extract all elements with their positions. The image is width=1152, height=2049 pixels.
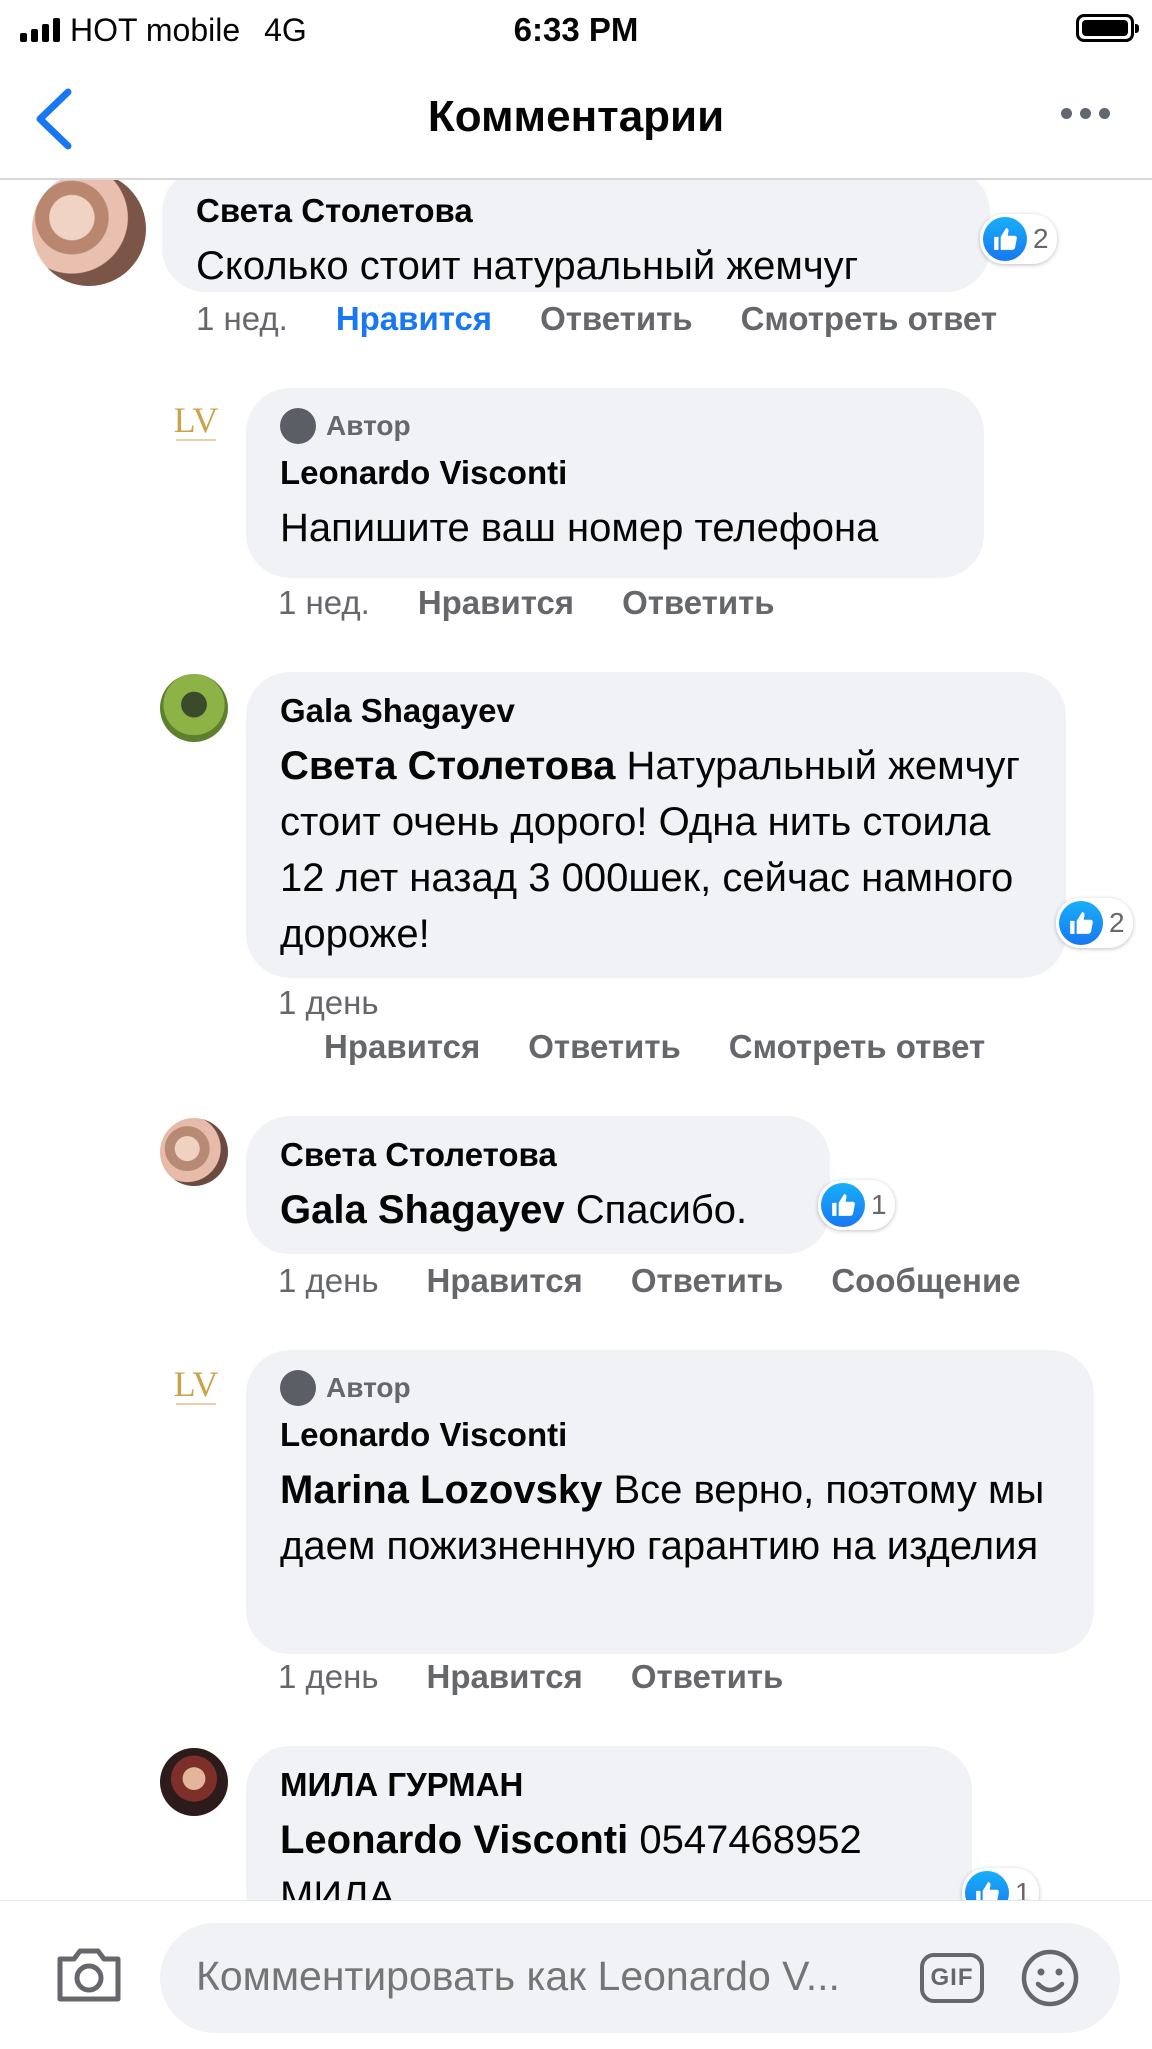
avatar[interactable] (160, 1118, 228, 1186)
avatar[interactable] (160, 674, 228, 742)
reply-button[interactable]: Ответить (622, 584, 775, 622)
author-badge-label: Автор (326, 410, 411, 441)
comments-feed[interactable]: Света Столетова Сколько стоит натуральны… (0, 178, 1152, 1900)
comment-author[interactable]: Leonardo Visconti (280, 1416, 1060, 1454)
comment-text-line: МИЛА (280, 1874, 395, 1900)
svg-text:LV: LV (174, 1364, 219, 1404)
comment-time: 1 нед. (278, 584, 370, 621)
emoji-icon[interactable] (1020, 1948, 1080, 2008)
status-bar: HOT mobile 4G 6:33 PM (0, 0, 1152, 60)
comment-bubble[interactable]: Автор Leonardo Visconti Marina Lozovsky … (246, 1350, 1094, 1654)
author-badge: Автор (280, 1370, 1060, 1406)
avatar[interactable]: LV (160, 388, 232, 460)
comment-actions: 1 нед. Нравится Ответить Смотреть ответ (196, 300, 997, 338)
comment-author[interactable]: Leonardo Visconti (280, 454, 950, 492)
like-button[interactable]: Нравится (427, 1262, 583, 1300)
author-badge-icon (280, 408, 316, 444)
like-icon (983, 217, 1027, 261)
comment-time-row: 1 день (278, 984, 379, 1022)
like-button[interactable]: Нравится (336, 300, 492, 338)
reaction-number: 1 (1015, 1877, 1031, 1900)
like-button[interactable]: Нравится (418, 584, 574, 622)
author-badge-label: Автор (326, 1372, 411, 1403)
comment-author[interactable]: Света Столетова (196, 192, 956, 230)
reaction-count[interactable]: 2 (980, 214, 1057, 264)
comment-time: 1 день (278, 1262, 379, 1299)
comment-author[interactable]: Света Столетова (280, 1136, 796, 1174)
gif-icon[interactable]: GIF (920, 1953, 984, 2003)
comment-text: Сколько стоит натуральный жемчуг (196, 244, 859, 288)
reaction-count[interactable]: 1 (962, 1868, 1039, 1900)
camera-icon[interactable] (54, 1945, 124, 2005)
reply-button[interactable]: Ответить (631, 1658, 784, 1696)
mention[interactable]: Света Столетова (280, 744, 615, 788)
battery-icon (1076, 14, 1139, 42)
avatar[interactable]: LV (160, 1352, 232, 1424)
status-time: 6:33 PM (513, 11, 639, 48)
like-icon (1059, 901, 1103, 945)
nav-bar: Комментарии (0, 60, 1152, 180)
comment-input-pill[interactable]: GIF (160, 1923, 1120, 2033)
message-button[interactable]: Сообщение (831, 1262, 1020, 1300)
reaction-count[interactable]: 1 (818, 1180, 895, 1230)
comment-actions: 1 день Нравится Ответить Сообщение (278, 1262, 1021, 1300)
view-reply-button[interactable]: Смотреть ответ (729, 1028, 985, 1066)
avatar[interactable] (32, 178, 146, 286)
reaction-number: 2 (1109, 907, 1125, 938)
avatar[interactable] (160, 1748, 228, 1816)
comment-time: 1 нед. (196, 300, 288, 337)
reaction-count[interactable]: 2 (1056, 898, 1133, 948)
comment-bubble[interactable]: Света Столетова Сколько стоит натуральны… (162, 178, 990, 292)
comment-actions: 1 день Нравится Ответить (278, 1658, 783, 1696)
comment-bubble[interactable]: Gala Shagayev Света Столетова Натуральны… (246, 672, 1066, 978)
comment-text: Leonardo Visconti 0547468952 (280, 1812, 938, 1868)
mention[interactable]: Marina Lozovsky (280, 1468, 602, 1512)
author-badge-icon (280, 1370, 316, 1406)
reply-button[interactable]: Ответить (528, 1028, 681, 1066)
comment-bubble[interactable]: Автор Leonardo Visconti Напишите ваш ном… (246, 388, 984, 578)
comment-time: 1 день (278, 1658, 379, 1695)
comment-composer: GIF (0, 1900, 1152, 2049)
comment-text: Marina Lozovsky Все верно, поэтому мы да… (280, 1462, 1060, 1574)
comment-bubble[interactable]: Света Столетова Gala Shagayev Спасибо. (246, 1116, 830, 1254)
like-icon (821, 1183, 865, 1227)
like-icon (965, 1871, 1009, 1900)
comment-bubble[interactable]: МИЛА ГУРМАН Leonardo Visconti 0547468952… (246, 1746, 972, 1900)
mention[interactable]: Gala Shagayev (280, 1188, 565, 1232)
more-icon[interactable] (1061, 108, 1110, 119)
view-reply-button[interactable]: Смотреть ответ (741, 300, 997, 338)
reply-button[interactable]: Ответить (631, 1262, 784, 1300)
like-button[interactable]: Нравится (324, 1028, 480, 1066)
comment-author[interactable]: МИЛА ГУРМАН (280, 1766, 938, 1804)
comment-body: 0547468952 (639, 1818, 862, 1862)
reply-button[interactable]: Ответить (540, 300, 693, 338)
comment-body: Спасибо. (575, 1188, 748, 1232)
comment-actions: Нравится Ответить Смотреть ответ (324, 1028, 985, 1066)
like-button[interactable]: Нравится (427, 1658, 583, 1696)
mention[interactable]: Leonardo Visconti (280, 1818, 628, 1862)
comment-text: Напишите ваш номер телефона (280, 506, 879, 550)
reaction-number: 1 (871, 1189, 887, 1220)
comment-text: Света Столетова Натуральный жемчуг стоит… (280, 738, 1032, 962)
svg-text:LV: LV (174, 400, 219, 440)
page-title: Комментарии (427, 92, 725, 141)
comment-text: Gala Shagayev Спасибо. (280, 1182, 796, 1238)
comment-input[interactable] (196, 1953, 876, 2000)
comment-time: 1 день (278, 984, 379, 1021)
author-badge: Автор (280, 408, 950, 444)
comment-actions: 1 нед. Нравится Ответить (278, 584, 775, 622)
comment-author[interactable]: Gala Shagayev (280, 692, 1032, 730)
reaction-number: 2 (1033, 223, 1049, 254)
